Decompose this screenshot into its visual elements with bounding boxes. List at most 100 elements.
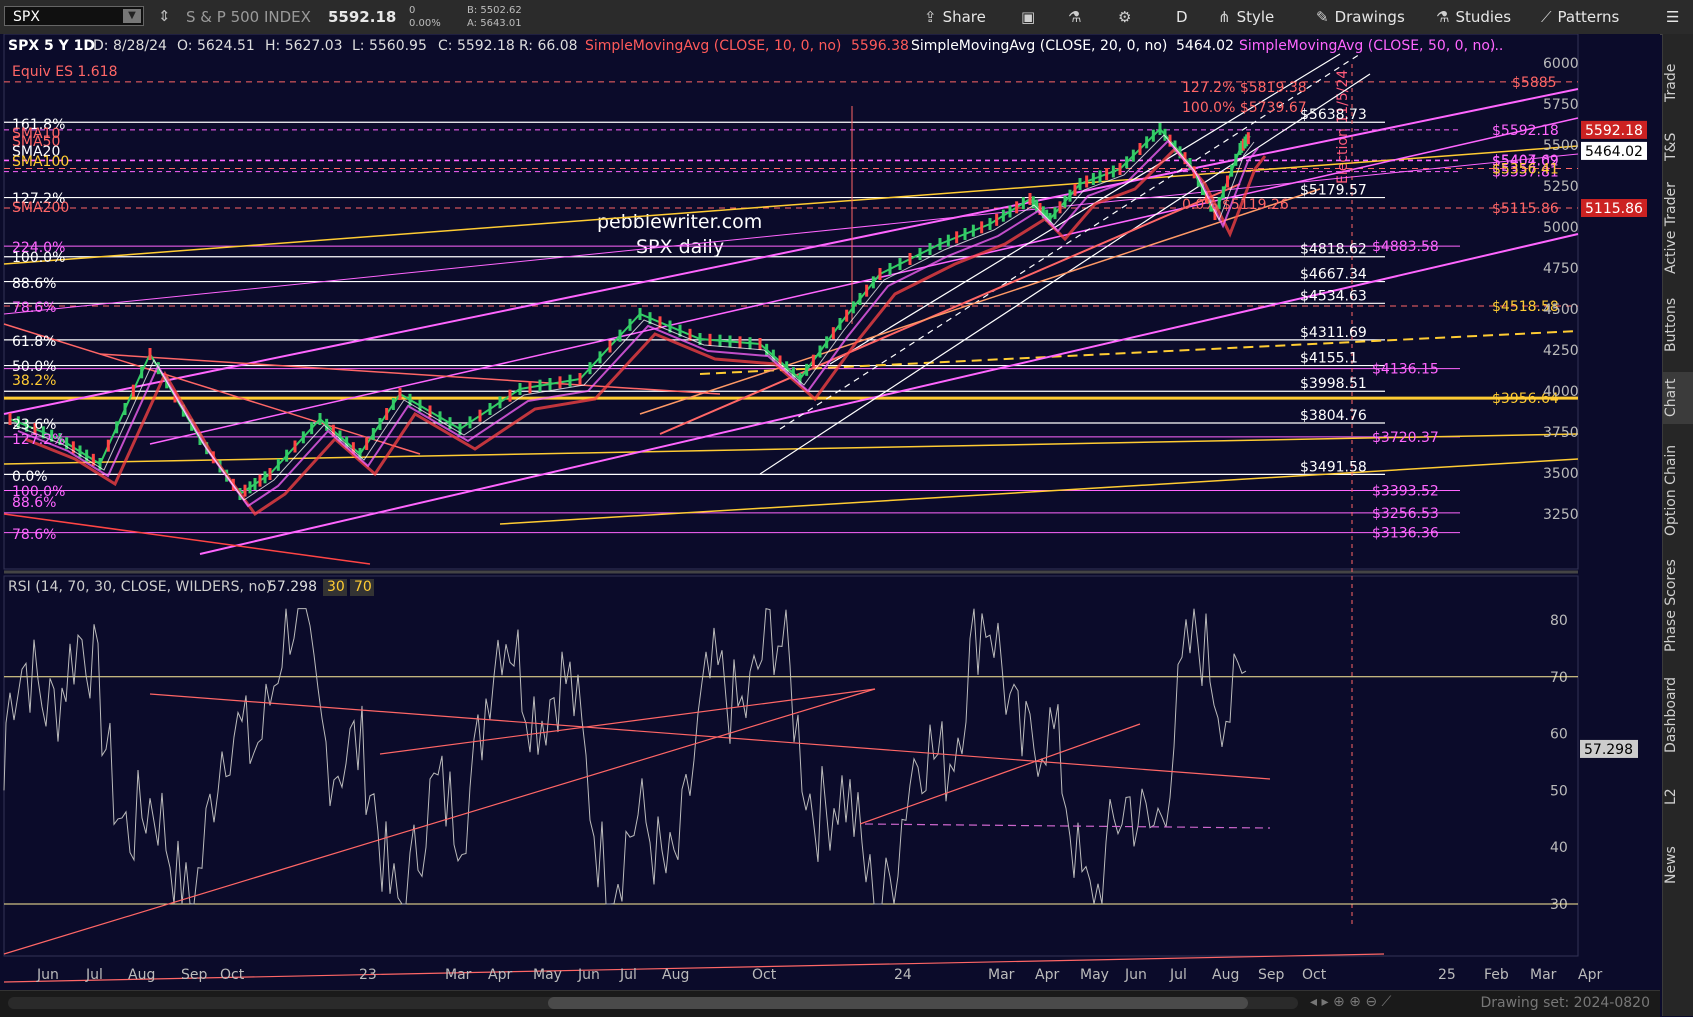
candle bbox=[588, 362, 592, 375]
candle bbox=[908, 253, 912, 265]
nav-news[interactable]: News bbox=[1663, 834, 1693, 896]
candle bbox=[1151, 129, 1155, 142]
x-axis-label: Jul bbox=[1169, 967, 1187, 983]
candle bbox=[398, 388, 402, 400]
news-button[interactable]: ▣ bbox=[1021, 5, 1041, 29]
x-axis-label: Aug bbox=[128, 967, 155, 983]
x-axis-label: Oct bbox=[1302, 967, 1327, 983]
studies-lab-button[interactable]: ⚗ bbox=[1068, 5, 1087, 29]
nav-chart[interactable]: Chart bbox=[1663, 372, 1693, 424]
scroll-thumb[interactable] bbox=[548, 997, 1248, 1009]
candle bbox=[865, 284, 869, 297]
x-axis-label: Apr bbox=[1578, 967, 1602, 983]
fib-label-left: 88.6% bbox=[12, 495, 56, 511]
candle bbox=[568, 374, 572, 387]
candle bbox=[258, 474, 262, 487]
nav-active-trader[interactable]: Active Trader bbox=[1663, 176, 1693, 280]
horizontal-scrollbar[interactable] bbox=[8, 997, 1298, 1009]
nav-trade[interactable]: Trade bbox=[1663, 50, 1693, 116]
fib-label-left: 38.2% bbox=[12, 373, 56, 389]
drawings-button[interactable]: ✎ Drawings bbox=[1316, 5, 1405, 29]
studies-button[interactable]: ⚗ Studies bbox=[1436, 5, 1511, 29]
x-axis-label: Jun bbox=[36, 967, 59, 983]
price-axis-label: 3750 bbox=[1543, 425, 1579, 441]
x-axis-label: Aug bbox=[662, 967, 689, 983]
bar-high: H: 5627.03 bbox=[265, 38, 343, 54]
bar-close: C: 5592.18 bbox=[438, 38, 515, 54]
candle bbox=[1230, 164, 1234, 177]
candle bbox=[1091, 173, 1095, 185]
candle bbox=[1053, 207, 1057, 220]
candle bbox=[106, 439, 110, 452]
status-bar: ◂ ▸ ⊕ ⊕ ⊖ ⟋ Drawing set: 2024-0820 bbox=[0, 990, 1660, 1017]
share-icon: ⇪ bbox=[924, 8, 937, 26]
candle bbox=[538, 379, 542, 392]
candle bbox=[1001, 209, 1005, 222]
nav-t-s[interactable]: T&S bbox=[1663, 126, 1693, 168]
nav-phase-scores[interactable]: Phase Scores bbox=[1663, 552, 1693, 660]
price-badge-text: 5115.86 bbox=[1585, 201, 1643, 217]
candle bbox=[758, 338, 762, 350]
orange-level-price: $5356.41 bbox=[1492, 162, 1559, 178]
price-axis-label: 5500 bbox=[1543, 138, 1579, 154]
x-axis-label: Jul bbox=[85, 967, 103, 983]
rsi-label: RSI (14, 70, 30, CLOSE, WILDERS, no) bbox=[8, 579, 271, 595]
toolbar: SPX ▼ ⇕ S & P 500 INDEX 5592.18 0 0.00% … bbox=[0, 0, 1693, 35]
sma20-label: SimpleMovingAvg (CLOSE, 20, 0, no) bbox=[911, 38, 1167, 54]
patterns-button[interactable]: ⟋ Patterns bbox=[1541, 5, 1619, 29]
price-badge-text: 5592.18 bbox=[1585, 123, 1643, 139]
candle bbox=[1063, 195, 1067, 208]
nav-option-chain[interactable]: Option Chain bbox=[1663, 434, 1693, 546]
rsi-axis-label: 50 bbox=[1550, 783, 1568, 799]
menu-button[interactable]: ☰ bbox=[1666, 5, 1679, 29]
x-axis-label: 25 bbox=[1438, 967, 1456, 983]
sma50-more: ... bbox=[1490, 38, 1503, 54]
x-axis-label: Feb bbox=[1484, 967, 1509, 983]
symbol-selector[interactable]: SPX ▼ bbox=[4, 6, 144, 26]
pink-level-price: $3393.52 bbox=[1372, 483, 1439, 499]
orange-level-price: $5885 bbox=[1512, 75, 1557, 91]
candle bbox=[638, 308, 642, 320]
fib-level-price: $5179.57 bbox=[1300, 183, 1367, 199]
candle bbox=[391, 398, 395, 410]
equiv-es-label: Equiv ES 1.618 bbox=[12, 64, 118, 80]
candle bbox=[293, 440, 297, 453]
candle bbox=[988, 218, 992, 230]
zoom-controls[interactable]: ◂ ▸ ⊕ ⊕ ⊖ ⟋ bbox=[1310, 994, 1391, 1010]
candle bbox=[738, 336, 742, 349]
settings-button[interactable]: ⚙ bbox=[1118, 5, 1137, 29]
nav-buttons[interactable]: Buttons bbox=[1663, 290, 1693, 360]
style-button[interactable]: ⋔ Style bbox=[1218, 5, 1274, 29]
candle bbox=[488, 403, 492, 415]
right-sidebar: Trade T&S Active Trader Buttons Chart Option … bbox=[1662, 34, 1693, 1016]
nav-dashboard[interactable]: Dashboard bbox=[1663, 670, 1693, 760]
period-button[interactable]: D bbox=[1176, 5, 1188, 29]
fib-level-price: $3998.51 bbox=[1300, 376, 1367, 392]
chevron-down-icon[interactable]: ▼ bbox=[123, 9, 141, 23]
rsi-os-level: 30 bbox=[327, 579, 345, 595]
fib-label-left: 127.2% bbox=[12, 432, 65, 448]
watermark-subtitle: SPX daily bbox=[636, 236, 724, 258]
rsi-axis-label: 60 bbox=[1550, 727, 1568, 743]
candle bbox=[971, 224, 975, 237]
rsi-value-header: 57.298 bbox=[268, 579, 317, 595]
nav-l2[interactable]: L2 bbox=[1663, 772, 1693, 822]
candle bbox=[748, 337, 752, 350]
price-axis-label: 6000 bbox=[1543, 56, 1579, 72]
bar-range: R: 66.08 bbox=[519, 38, 578, 54]
candle bbox=[708, 333, 712, 346]
price-axis-label: 5000 bbox=[1543, 220, 1579, 236]
candle bbox=[888, 263, 892, 275]
candle bbox=[1068, 189, 1072, 202]
share-button[interactable]: ⇪ Share bbox=[924, 5, 986, 29]
price-axis-label: 4250 bbox=[1543, 343, 1579, 359]
candle bbox=[765, 343, 769, 356]
candle bbox=[1138, 143, 1142, 155]
share-label: Share bbox=[942, 8, 986, 26]
candle bbox=[276, 458, 280, 471]
candle bbox=[558, 376, 562, 389]
candle bbox=[838, 318, 842, 330]
link-icon[interactable]: ⇕ bbox=[158, 7, 171, 25]
chart-area[interactable]: SPX 5 Y 1D D: 8/28/24 O: 5624.51 H: 5627… bbox=[0, 33, 1660, 1016]
bid: B: 5502.62 bbox=[467, 5, 522, 16]
